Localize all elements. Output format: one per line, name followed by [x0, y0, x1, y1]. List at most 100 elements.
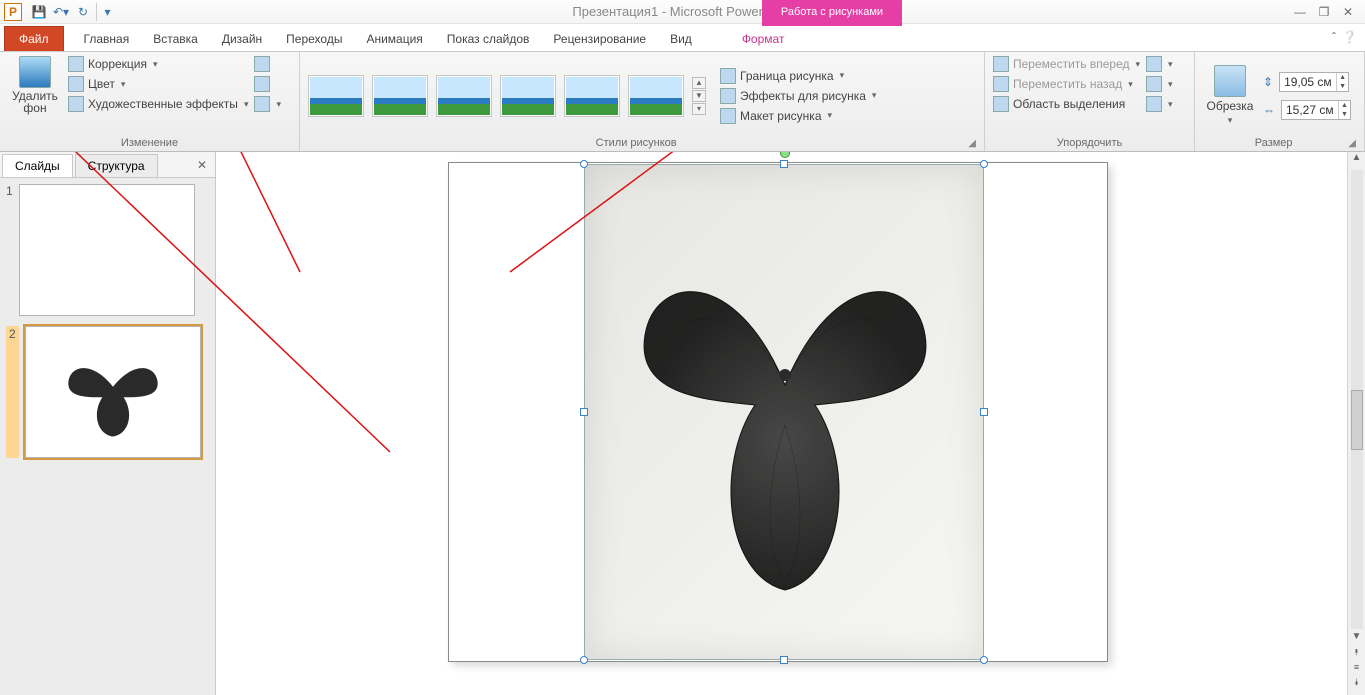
bring-forward-button[interactable]: Переместить вперед: [993, 56, 1140, 72]
align-icon: [1146, 56, 1162, 72]
nav-menu-icon[interactable]: ≡: [1350, 662, 1364, 676]
scroll-up-icon[interactable]: ▲: [1348, 152, 1365, 168]
group-label-arrange: Упорядочить: [993, 135, 1186, 149]
width-icon: ⇔: [1263, 103, 1275, 117]
picture-styles-gallery[interactable]: ▲▼▾: [308, 75, 706, 117]
slide-panel: Слайды Структура ✕ 1 2: [0, 152, 216, 695]
remove-background-button[interactable]: Удалить фон: [8, 56, 62, 135]
tab-review[interactable]: Рецензирование: [541, 27, 658, 51]
undo-icon[interactable]: ↶▾: [52, 3, 70, 21]
style-thumb[interactable]: [372, 75, 428, 117]
tab-format[interactable]: Формат: [730, 27, 797, 51]
prev-slide-icon[interactable]: ⯭: [1350, 647, 1364, 661]
resize-handle[interactable]: [580, 160, 588, 168]
layout-icon: [720, 108, 736, 124]
redo-icon[interactable]: ↻: [74, 3, 92, 21]
reset-picture-button[interactable]: [254, 96, 281, 112]
help-icon[interactable]: ❔: [1342, 30, 1357, 44]
spin-down-icon[interactable]: ▼: [1336, 82, 1348, 91]
tab-design[interactable]: Дизайн: [210, 27, 274, 51]
ribbon-tabs: Файл Главная Вставка Дизайн Переходы Ани…: [0, 24, 1365, 52]
slide-thumb-2[interactable]: 2: [6, 326, 209, 458]
selection-pane-button[interactable]: Область выделения: [993, 96, 1140, 112]
resize-handle[interactable]: [780, 160, 788, 168]
bird-image-icon: [635, 225, 935, 605]
tab-transitions[interactable]: Переходы: [274, 27, 354, 51]
style-thumb[interactable]: [500, 75, 556, 117]
tab-outline[interactable]: Структура: [75, 154, 158, 177]
tab-slides[interactable]: Слайды: [2, 154, 73, 177]
panel-close-icon[interactable]: ✕: [189, 158, 215, 172]
scroll-thumb[interactable]: [1351, 390, 1363, 450]
gallery-scroll[interactable]: ▲▼▾: [692, 77, 706, 115]
tab-slideshow[interactable]: Показ слайдов: [435, 27, 542, 51]
tab-animations[interactable]: Анимация: [354, 27, 434, 51]
ribbon-minimize-icon[interactable]: ˆ: [1332, 30, 1336, 44]
resize-handle[interactable]: [980, 656, 988, 664]
resize-handle[interactable]: [980, 408, 988, 416]
align-button[interactable]: [1146, 56, 1173, 72]
resize-handle[interactable]: [580, 656, 588, 664]
width-input[interactable]: 15,27 см▲▼: [1281, 100, 1351, 120]
save-icon[interactable]: 💾: [30, 3, 48, 21]
resize-handle[interactable]: [980, 160, 988, 168]
picture-layout-button[interactable]: Макет рисунка: [720, 108, 876, 124]
tab-file[interactable]: Файл: [4, 26, 64, 51]
picture-effects-button[interactable]: Эффекты для рисунка: [720, 88, 876, 104]
height-input[interactable]: 19,05 см▲▼: [1279, 72, 1349, 92]
remove-background-icon: [19, 56, 51, 88]
tab-insert[interactable]: Вставка: [141, 27, 210, 51]
corrections-icon: [68, 56, 84, 72]
size-launcher-icon[interactable]: ◢: [1344, 138, 1356, 149]
quick-access-toolbar: 💾 ↶▾ ↻ ▾: [30, 3, 114, 21]
restore-icon[interactable]: ❐: [1315, 5, 1333, 19]
crop-button[interactable]: Обрезка ▾: [1203, 65, 1257, 126]
styles-launcher-icon[interactable]: ◢: [964, 138, 976, 149]
compress-icon: [254, 56, 270, 72]
spin-up-icon[interactable]: ▲: [1338, 101, 1350, 110]
style-thumb[interactable]: [436, 75, 492, 117]
spin-down-icon[interactable]: ▼: [1338, 110, 1350, 119]
scroll-track[interactable]: [1351, 170, 1363, 629]
spin-up-icon[interactable]: ▲: [1336, 73, 1348, 82]
contextual-tab-label: Работа с рисунками: [762, 0, 902, 24]
compress-pictures-button[interactable]: [254, 56, 281, 72]
next-slide-icon[interactable]: ⯯: [1350, 677, 1364, 691]
tab-home[interactable]: Главная: [72, 27, 142, 51]
change-picture-icon: [254, 76, 270, 92]
qat-more-icon[interactable]: ▾: [96, 3, 114, 21]
color-button[interactable]: Цвет: [68, 76, 248, 92]
resize-handle[interactable]: [780, 656, 788, 664]
artistic-effects-button[interactable]: Художественные эффекты: [68, 96, 248, 112]
rotate-handle[interactable]: [780, 152, 790, 158]
tab-view[interactable]: Вид: [658, 27, 704, 51]
app-icon: P: [4, 3, 22, 21]
send-backward-button[interactable]: Переместить назад: [993, 76, 1140, 92]
change-picture-button[interactable]: [254, 76, 281, 92]
style-thumb[interactable]: [308, 75, 364, 117]
slide-thumb-1[interactable]: 1: [6, 184, 209, 316]
scroll-down-icon[interactable]: ▼: [1348, 631, 1365, 647]
group-label-styles: Стили рисунков: [308, 135, 964, 149]
style-thumb[interactable]: [628, 75, 684, 117]
slide-editor[interactable]: [216, 152, 1347, 695]
ribbon: Удалить фон Коррекция Цвет Художественны…: [0, 52, 1365, 152]
close-icon[interactable]: ✕: [1339, 5, 1357, 19]
title-bar: P 💾 ↶▾ ↻ ▾ Презентация1 - Microsoft Powe…: [0, 0, 1365, 24]
slide-1-preview: [19, 184, 195, 316]
vertical-scrollbar[interactable]: ▲ ▼ ⯭ ≡ ⯯: [1347, 152, 1365, 695]
selected-picture[interactable]: [584, 164, 984, 660]
rotate-button[interactable]: [1146, 96, 1173, 112]
minimize-icon[interactable]: ―: [1291, 5, 1309, 19]
reset-picture-icon: [254, 96, 270, 112]
selection-pane-icon: [993, 96, 1009, 112]
group-button[interactable]: [1146, 76, 1173, 92]
send-backward-icon: [993, 76, 1009, 92]
contextual-underline: [762, 24, 902, 26]
slide-panel-tabs: Слайды Структура ✕: [0, 152, 215, 178]
picture-border-button[interactable]: Граница рисунка: [720, 68, 876, 84]
resize-handle[interactable]: [580, 408, 588, 416]
style-thumb[interactable]: [564, 75, 620, 117]
window-controls: ― ❐ ✕: [1291, 5, 1365, 19]
corrections-button[interactable]: Коррекция: [68, 56, 248, 72]
